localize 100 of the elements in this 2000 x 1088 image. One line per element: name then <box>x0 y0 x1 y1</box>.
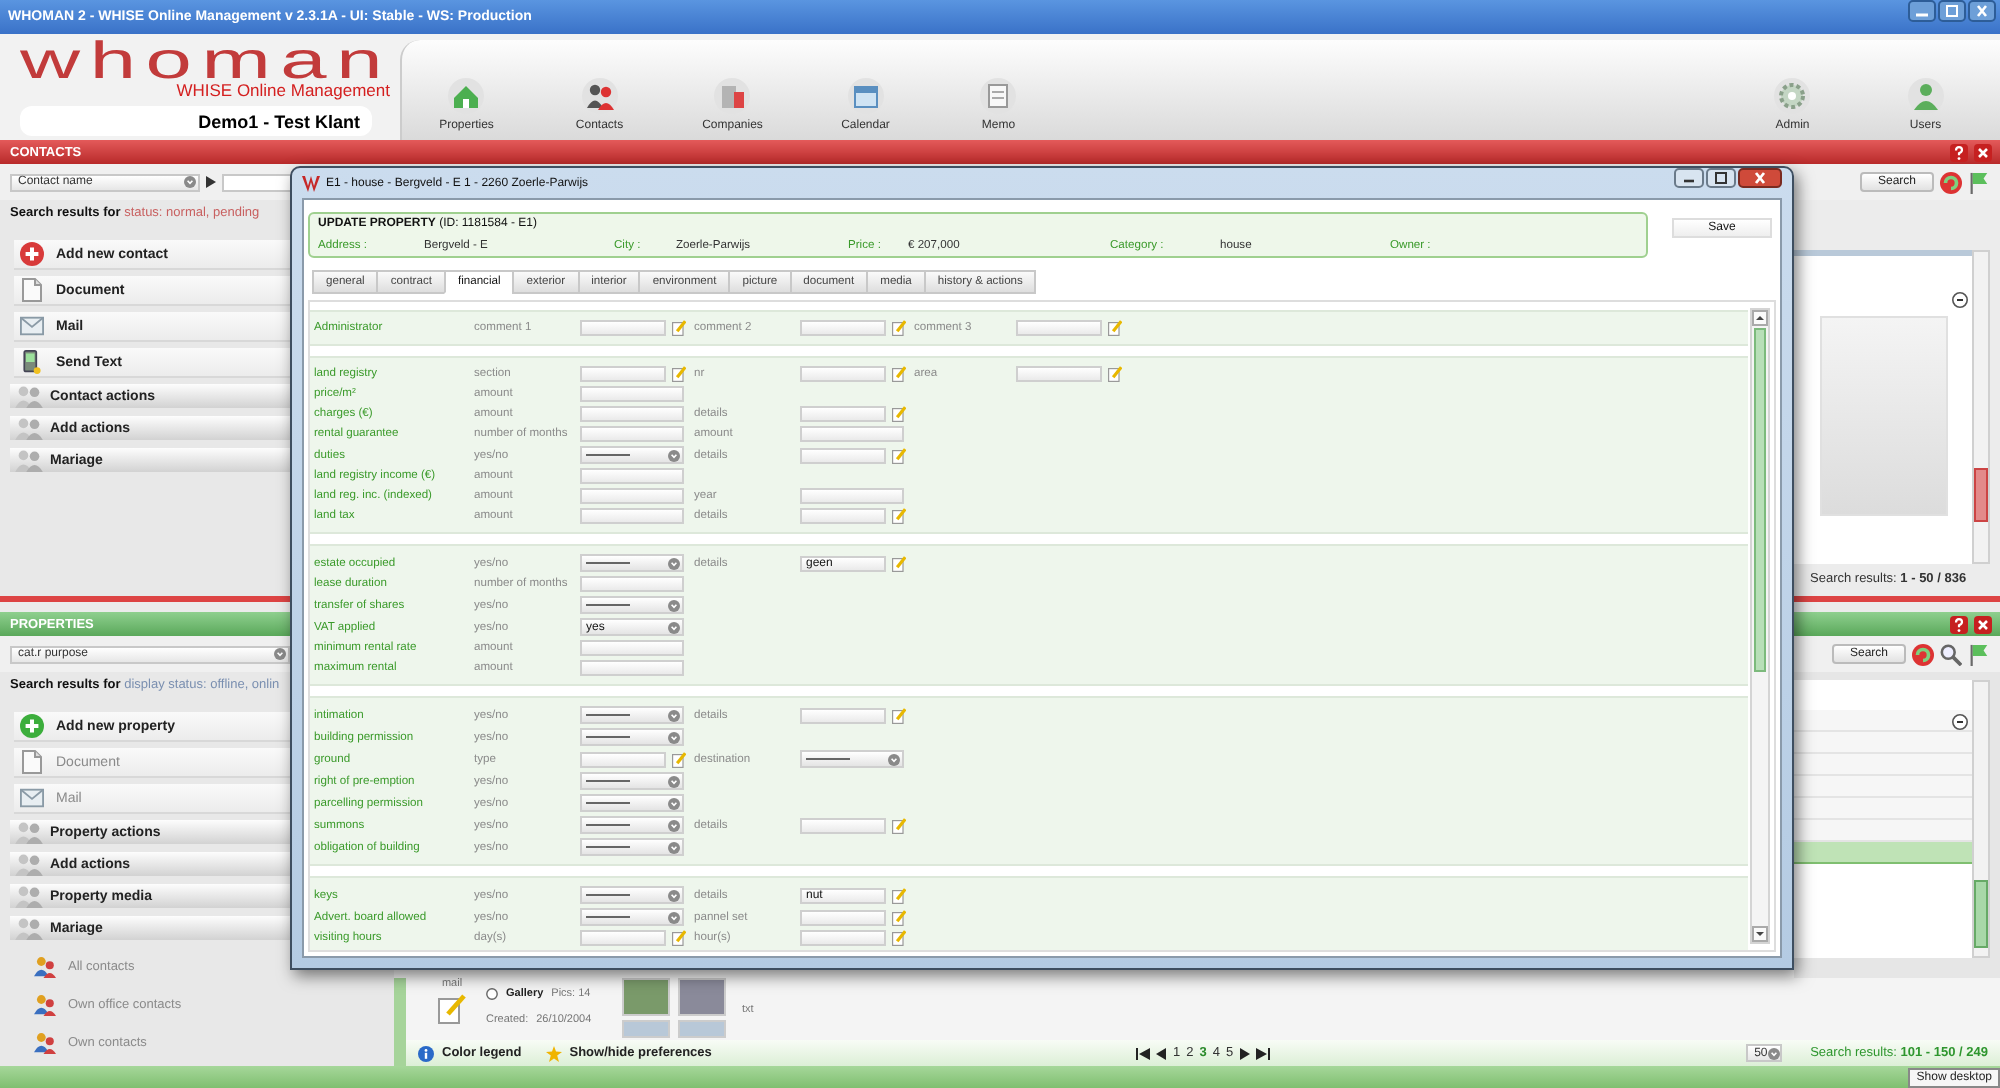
dropdown-field[interactable] <box>580 554 684 572</box>
previous-page-icon[interactable] <box>1153 1047 1168 1059</box>
scrollbar[interactable] <box>1972 680 1990 958</box>
edit-icon[interactable] <box>892 930 906 946</box>
text-field[interactable] <box>580 426 684 442</box>
people-icon <box>14 448 44 472</box>
dropdown-field[interactable] <box>580 772 684 790</box>
text-field[interactable] <box>800 508 886 524</box>
edit-icon[interactable] <box>672 320 686 336</box>
flag-icon[interactable] <box>1968 171 1990 193</box>
envelope-icon <box>20 786 44 810</box>
minimize-icon[interactable] <box>1674 168 1704 188</box>
edit-icon[interactable] <box>892 320 906 336</box>
edit-icon[interactable] <box>892 555 906 571</box>
edit-icon[interactable] <box>892 447 906 463</box>
text-field[interactable] <box>800 406 886 422</box>
text-field[interactable] <box>580 660 684 676</box>
contacts-icon <box>34 1032 56 1054</box>
scroll-down-icon[interactable] <box>1752 926 1768 942</box>
logo-text: whoman <box>20 38 393 82</box>
play-icon[interactable] <box>206 176 216 188</box>
first-page-icon[interactable] <box>1135 1047 1150 1059</box>
text-field[interactable] <box>580 320 666 336</box>
text-field[interactable] <box>580 366 666 382</box>
scrollbar[interactable] <box>1972 250 1990 564</box>
text-field[interactable] <box>580 640 684 656</box>
edit-icon[interactable] <box>672 751 686 767</box>
dropdown-icon <box>668 889 680 901</box>
text-field[interactable] <box>580 406 684 422</box>
list-row[interactable] <box>1794 842 1972 864</box>
dropdown-field[interactable] <box>800 750 904 768</box>
text-field[interactable] <box>800 488 904 504</box>
text-field[interactable] <box>580 488 684 504</box>
refresh-icon[interactable] <box>1940 171 1962 193</box>
dropdown-icon <box>668 911 680 923</box>
dropdown-field[interactable] <box>580 706 684 724</box>
dropdown-field[interactable] <box>580 838 684 856</box>
text-field[interactable] <box>580 386 684 402</box>
text-field[interactable] <box>800 447 886 463</box>
edit-icon[interactable] <box>438 994 466 1024</box>
text-field[interactable] <box>1016 366 1102 382</box>
dropdown-field[interactable] <box>580 816 684 834</box>
edit-icon[interactable] <box>892 909 906 925</box>
close-icon[interactable] <box>1738 168 1782 188</box>
edit-icon[interactable] <box>1108 366 1122 382</box>
text-field[interactable] <box>800 366 886 382</box>
scrollbar-thumb[interactable] <box>1754 328 1766 672</box>
dropdown-field[interactable] <box>580 728 684 746</box>
edit-icon[interactable] <box>892 406 906 422</box>
scroll-up-icon[interactable] <box>1752 310 1768 326</box>
text-field[interactable] <box>580 576 684 592</box>
dropdown-field[interactable] <box>580 446 684 464</box>
text-field[interactable] <box>580 468 684 484</box>
document-icon <box>20 278 44 302</box>
edit-icon[interactable] <box>892 508 906 524</box>
edit-icon[interactable] <box>892 707 906 723</box>
dropdown-icon <box>668 841 680 853</box>
text-field[interactable] <box>800 426 904 442</box>
gear-icon <box>1774 78 1811 114</box>
help-icon[interactable] <box>1950 143 1968 161</box>
text-field[interactable] <box>1016 320 1102 336</box>
collapse-icon[interactable] <box>1952 714 1968 730</box>
dropdown-icon <box>668 819 680 831</box>
scrollbar-thumb[interactable] <box>1974 880 1988 948</box>
dropdown-field[interactable] <box>580 596 684 614</box>
search-icon[interactable] <box>1940 643 1962 665</box>
refresh-icon[interactable] <box>1912 643 1934 665</box>
last-page-icon[interactable] <box>1256 1047 1271 1059</box>
radio-icon[interactable] <box>486 988 498 1000</box>
edit-icon[interactable] <box>1108 320 1122 336</box>
dropdown-field[interactable] <box>580 908 684 926</box>
minimize-icon[interactable] <box>1908 0 1936 22</box>
dropdown-field[interactable] <box>580 886 684 904</box>
dropdown-icon <box>668 449 680 461</box>
text-field[interactable] <box>800 930 886 946</box>
edit-icon[interactable] <box>672 366 686 382</box>
maximize-icon[interactable] <box>1706 168 1736 188</box>
maximize-icon[interactable] <box>1938 0 1966 22</box>
dropdown-field[interactable] <box>580 794 684 812</box>
dropdown-icon <box>668 557 680 569</box>
collapse-icon[interactable] <box>1952 292 1968 308</box>
scrollbar-thumb[interactable] <box>1974 468 1988 522</box>
next-page-icon[interactable] <box>1238 1047 1253 1059</box>
edit-icon[interactable] <box>672 930 686 946</box>
edit-icon[interactable] <box>892 887 906 903</box>
edit-icon[interactable] <box>892 366 906 382</box>
help-icon[interactable] <box>1950 615 1968 633</box>
text-field[interactable] <box>580 930 666 946</box>
text-field[interactable] <box>800 320 886 336</box>
edit-icon[interactable] <box>892 817 906 833</box>
text-field[interactable] <box>800 707 886 723</box>
text-field[interactable] <box>580 508 684 524</box>
close-icon[interactable] <box>1968 0 1996 22</box>
text-field[interactable] <box>800 817 886 833</box>
text-field[interactable] <box>580 751 666 767</box>
text-field[interactable] <box>800 909 886 925</box>
house-icon <box>448 78 485 114</box>
calendar-icon <box>847 78 884 114</box>
scrollbar[interactable] <box>1750 308 1770 944</box>
flag-icon[interactable] <box>1968 643 1990 665</box>
